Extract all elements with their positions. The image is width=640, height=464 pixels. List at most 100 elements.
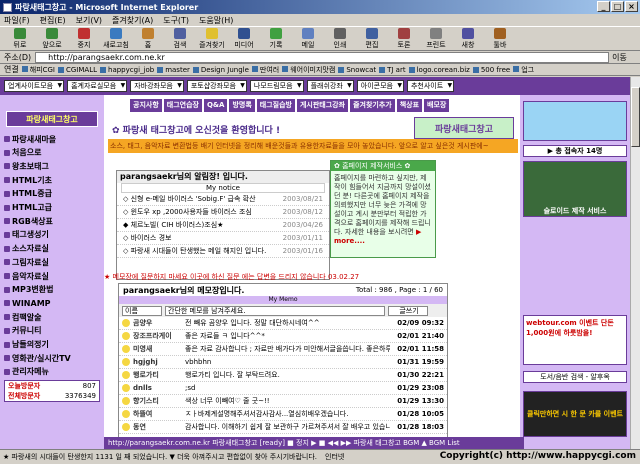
left-nav-item[interactable]: 관리자메뉴 <box>4 366 100 378</box>
toolbar-icon <box>398 27 410 39</box>
left-nav-item[interactable]: 처음으로 <box>4 147 100 159</box>
site-logo[interactable]: 파랑새태그창고 <box>6 111 98 127</box>
left-nav-item[interactable]: 음악자료실 <box>4 270 100 282</box>
category-select[interactable]: 플래쉬강좌 <box>306 80 354 92</box>
left-nav-item[interactable]: 영화관/실시간TV <box>4 352 100 364</box>
left-nav-item[interactable]: 파랑새새마을 <box>4 133 100 145</box>
notice-row[interactable]: ◇ 신형 e-메일 바이러스 'Sobig.F' 급속 확산 2003/08/21 <box>117 193 329 206</box>
category-select[interactable]: 추천사이트 <box>406 80 455 92</box>
menu-item[interactable]: 즐겨찾기(A) <box>112 15 153 26</box>
toolbar-button[interactable]: 중지 <box>68 27 100 50</box>
slide-service-banner[interactable]: 슬로이드 제작 서비스 <box>523 161 627 217</box>
toolbar-button[interactable]: 즐겨찾기 <box>196 27 228 50</box>
left-nav-item[interactable]: HTML중급 <box>4 188 100 200</box>
toolbar-button[interactable]: 새로고침 <box>100 27 132 50</box>
minimize-button[interactable]: _ <box>597 1 610 12</box>
link-item[interactable]: master <box>157 66 190 74</box>
maximize-button[interactable]: □ <box>611 1 624 12</box>
top-nav-item[interactable]: 책상표 <box>396 99 423 112</box>
toolbar-button[interactable]: 인쇄 <box>324 27 356 50</box>
top-nav-item[interactable]: Q&A <box>203 99 228 112</box>
toolbar-button[interactable]: 프린트 <box>420 27 452 50</box>
category-select[interactable]: 나모드림모음 <box>249 80 304 92</box>
right-banner-top[interactable] <box>523 101 627 141</box>
toolbar-button[interactable]: 메일 <box>292 27 324 50</box>
toolbar-button[interactable]: 검색 <box>164 27 196 50</box>
notice-row[interactable]: ◇ 윈도우 xp ,2000사용자들 바이러스 조심 2003/08/12 <box>117 206 329 219</box>
toolbar-label: 중지 <box>77 40 91 49</box>
left-nav-item[interactable]: RGB색상표 <box>4 215 100 227</box>
click-event-banner[interactable]: 클릭만하면 시 한 문 카를 이벤트 <box>523 391 627 437</box>
scroll-thumb[interactable] <box>631 87 640 147</box>
bullet-icon <box>4 204 10 211</box>
memo-write-button[interactable]: 글쓰기 <box>388 305 428 316</box>
toolbar-button[interactable]: 토론 <box>388 27 420 50</box>
left-nav-item[interactable]: 남들의정기 <box>4 339 100 351</box>
menu-item[interactable]: 도구(T) <box>163 15 189 26</box>
category-select[interactable]: 홈계자료실모음 <box>67 80 128 92</box>
notice-row[interactable]: ◆ 체르노빌( CIH 바이러스)조심★ 2003/04/26 <box>117 219 329 232</box>
bgm-player[interactable]: http://parangsaekr.com.ne.kr 파랑새태그창고 [re… <box>104 437 524 449</box>
link-item[interactable]: 업그 <box>513 65 534 75</box>
category-select[interactable]: 자바강좌모음 <box>130 80 184 92</box>
category-select[interactable]: 아이콘모음 <box>356 80 404 92</box>
top-nav-item[interactable]: 배모장 <box>424 99 450 112</box>
toolbar-button[interactable]: 앞으로 <box>36 27 68 50</box>
memo-name-input[interactable]: 이름 <box>122 305 162 316</box>
left-nav-item[interactable]: HTML기초 <box>4 174 100 186</box>
notice-row[interactable]: ◇ 파랑새 시대들이 탄생했는 메일 해지인 입니다. 2003/01/16 <box>117 245 329 258</box>
left-nav-item[interactable]: 컴팩알술 <box>4 311 100 323</box>
left-nav-item[interactable]: 커뮤니티 <box>4 325 100 337</box>
category-select[interactable]: 포토샵강좌모음 <box>186 80 247 92</box>
webtour-ad[interactable]: webtour.com 이벤트 단돈 1,000원에 하룻밤을! <box>523 315 627 365</box>
top-nav-item[interactable]: 태그질습방 <box>256 99 295 112</box>
left-nav-item[interactable]: 그림자료실 <box>4 256 100 268</box>
menu-item[interactable]: 편집(E) <box>40 15 66 26</box>
link-item[interactable]: CGIMALL <box>58 66 97 74</box>
notice-row[interactable]: ◇ 바이러스 경보 2003/01/11 <box>117 232 329 245</box>
go-button[interactable]: 이동 <box>612 52 627 63</box>
bullet-icon <box>4 149 10 156</box>
top-nav-item[interactable]: 방명록 <box>229 99 255 112</box>
top-nav-item[interactable]: 게시판태그강좌 <box>296 99 349 112</box>
bullet-icon <box>4 163 10 170</box>
left-nav-item[interactable]: WINAMP <box>4 297 100 309</box>
top-nav-item[interactable]: 태그연습장 <box>163 99 202 112</box>
menu-item[interactable]: 파일(F) <box>4 15 30 26</box>
link-item[interactable]: 웨어이미지맛캠 <box>282 65 335 75</box>
menu-item[interactable]: 보기(V) <box>76 15 102 26</box>
site-banner[interactable]: 파랑새태그창고 <box>414 117 514 139</box>
toolbar-button[interactable]: 기록 <box>260 27 292 50</box>
toolbar-button[interactable]: 홈 <box>132 27 164 50</box>
smiley-icon <box>122 410 130 418</box>
link-item[interactable]: happycgi_job <box>100 66 154 74</box>
toolbar-button[interactable]: 미디어 <box>228 27 260 50</box>
link-item[interactable]: 해피CGI <box>21 65 55 75</box>
category-select[interactable]: 업계사이트모음 <box>4 80 65 92</box>
toolbar-button[interactable]: 편집 <box>356 27 388 50</box>
left-nav-item[interactable]: 소스자료실 <box>4 243 100 255</box>
left-nav-item[interactable]: 태그생성기 <box>4 229 100 241</box>
toolbar-button[interactable]: 뒤로 <box>4 27 36 50</box>
memo-text: 전 빼유 곰양우 입니다. 정말 대단하시네여^^ <box>185 319 320 327</box>
menu-item[interactable]: 도움말(H) <box>199 15 233 26</box>
memo-text-input[interactable]: 간단한 메모를 남겨주세요. <box>165 305 385 316</box>
address-input[interactable]: http://parangsaekr.com.ne.kr <box>35 51 610 63</box>
link-item[interactable]: Snowcat <box>338 66 376 74</box>
link-item[interactable]: logo.corean.biz <box>408 66 470 74</box>
link-item[interactable]: TJ art <box>379 66 406 74</box>
left-nav-item[interactable]: MP3변환법 <box>4 284 100 296</box>
close-button[interactable]: × <box>625 1 638 12</box>
vertical-scrollbar[interactable] <box>630 77 640 449</box>
top-nav-item[interactable]: 즐겨찾기추가 <box>350 99 395 112</box>
link-item[interactable]: 딴여러 <box>251 65 279 75</box>
top-nav-item[interactable]: 공지사항 <box>130 99 162 112</box>
left-nav-item[interactable]: HTML고급 <box>4 202 100 214</box>
bullet-icon <box>4 341 10 348</box>
left-nav-item[interactable]: 왕초보태그 <box>4 160 100 172</box>
link-item[interactable]: Design Jungle <box>192 66 249 74</box>
toolbar-button[interactable]: 툴바 <box>484 27 516 50</box>
toolbar-button[interactable]: 새창 <box>452 27 484 50</box>
memo-text: vbhbhn <box>185 358 212 366</box>
link-item[interactable]: 500 free <box>472 66 510 74</box>
